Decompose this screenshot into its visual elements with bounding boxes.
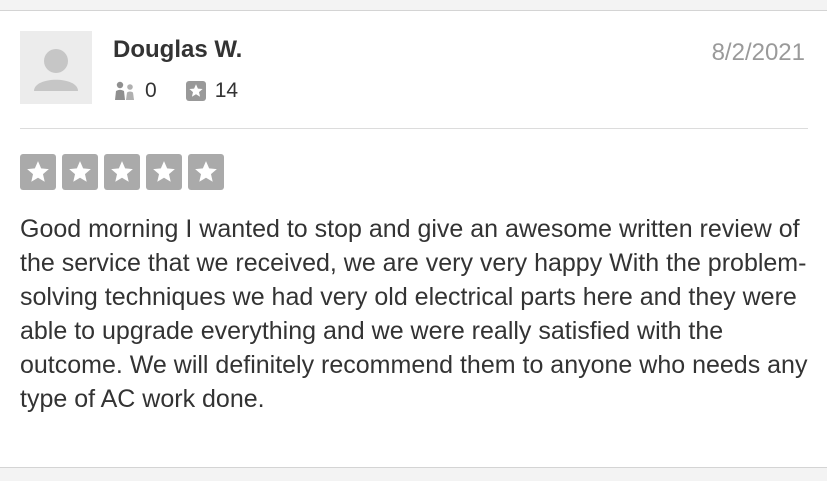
star-icon (146, 154, 182, 190)
friends-count: 0 (145, 79, 157, 102)
reviewer-stats: 0 14 (113, 78, 238, 104)
star-icon (188, 154, 224, 190)
star-rating (20, 154, 230, 190)
review-text: Good morning I wanted to stop and give a… (20, 215, 808, 413)
friends-stat: 0 (113, 79, 157, 103)
header-divider (20, 128, 808, 129)
star-icon (104, 154, 140, 190)
reviews-count: 14 (214, 79, 239, 102)
reviewer-name[interactable]: Douglas W. (113, 36, 242, 64)
user-avatar-icon[interactable] (20, 31, 92, 104)
star-icon (62, 154, 98, 190)
friends-icon (115, 81, 134, 100)
review-star-icon (185, 81, 206, 101)
review-date: 8/2/2021 (711, 39, 805, 66)
star-icon (20, 154, 56, 190)
review-card: Douglas W. 8/2/2021 0 14 Good morning I … (0, 10, 827, 468)
reviews-stat: 14 (185, 79, 238, 103)
